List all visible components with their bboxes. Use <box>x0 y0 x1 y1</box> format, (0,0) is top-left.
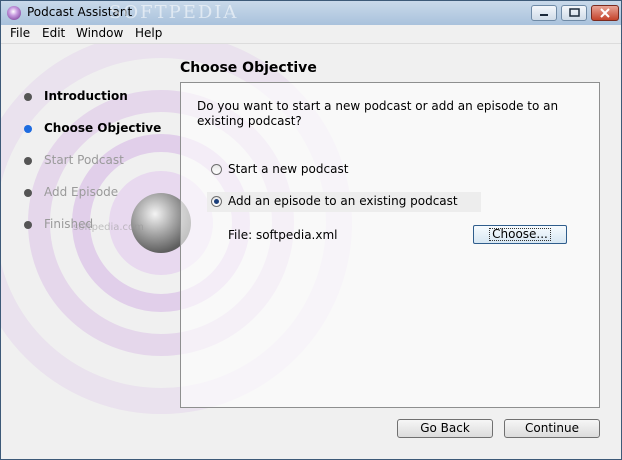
step-choose-objective: Choose Objective <box>21 120 161 138</box>
step-add-episode: Add Episode <box>21 184 151 202</box>
option-add-episode[interactable]: Add an episode to an existing podcast <box>207 192 481 212</box>
choose-button-label: Choose... <box>489 228 551 241</box>
radio-button[interactable] <box>211 164 222 175</box>
step-bullet-icon <box>24 221 32 229</box>
page-title: Choose Objective <box>180 60 317 76</box>
sidebar-watermark: softpedia.com <box>73 222 144 233</box>
step-label: Start Podcast <box>44 153 124 167</box>
step-label: Add Episode <box>44 185 119 199</box>
step-bullet-icon <box>24 157 32 165</box>
option-label: Add an episode to an existing podcast <box>228 194 458 208</box>
step-bullet-icon <box>24 125 32 133</box>
option-label: Start a new podcast <box>228 162 349 176</box>
question-text: Do you want to start a new podcast or ad… <box>197 99 559 128</box>
maximize-icon <box>569 8 580 17</box>
step-label: Choose Objective <box>44 121 162 135</box>
close-button[interactable] <box>591 5 619 21</box>
title-bar[interactable]: Podcast Assistant SOFTPEDIA <box>1 1 621 25</box>
menu-edit[interactable]: Edit <box>42 26 65 40</box>
radio-selected-dot <box>214 199 219 204</box>
objective-panel: Do you want to start a new podcast or ad… <box>180 82 600 408</box>
step-label: Introduction <box>44 89 128 103</box>
menu-file[interactable]: File <box>10 26 30 40</box>
selected-file-label: File: softpedia.xml <box>228 228 338 242</box>
close-icon <box>600 8 610 18</box>
continue-button[interactable]: Continue <box>504 419 600 438</box>
app-window: Podcast Assistant SOFTPEDIA File Edit Wi… <box>0 0 622 460</box>
minimize-icon <box>540 14 548 16</box>
option-new-podcast[interactable]: Start a new podcast <box>207 160 362 180</box>
step-introduction: Introduction <box>21 88 151 106</box>
wizard-content: Introduction Choose Objective Start Podc… <box>1 44 621 459</box>
step-bullet-icon <box>24 93 32 101</box>
choose-file-button[interactable]: Choose... <box>473 225 567 244</box>
watermark-text: SOFTPEDIA <box>109 2 239 23</box>
minimize-button[interactable] <box>531 5 557 21</box>
menu-help[interactable]: Help <box>135 26 162 40</box>
menu-bar: File Edit Window Help <box>1 25 621 44</box>
podcast-app-icon <box>7 6 21 20</box>
step-start-podcast: Start Podcast <box>21 152 151 170</box>
go-back-button[interactable]: Go Back <box>397 419 493 438</box>
maximize-button[interactable] <box>561 5 587 21</box>
radio-button[interactable] <box>211 196 222 207</box>
step-bullet-icon <box>24 189 32 197</box>
menu-window[interactable]: Window <box>76 26 123 40</box>
